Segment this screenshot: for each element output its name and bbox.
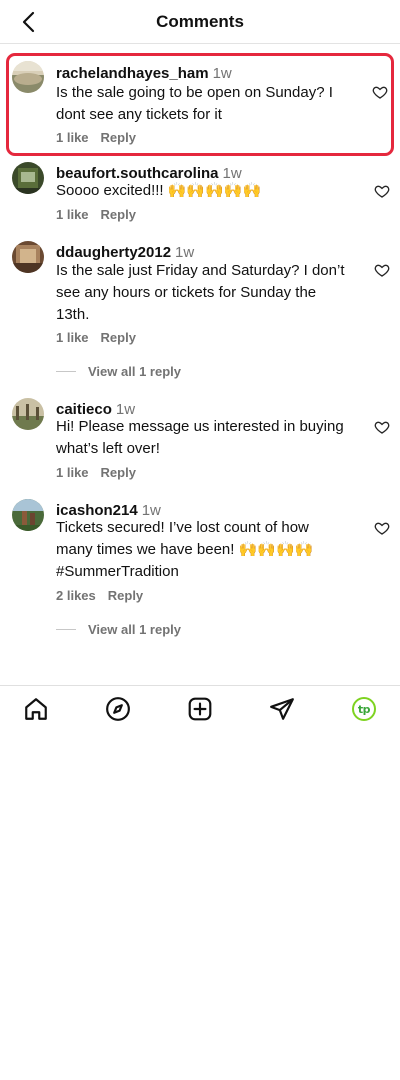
avatar[interactable] bbox=[12, 241, 44, 273]
comment-item: beaufort.southcarolina 1w Soooo excited!!… bbox=[0, 160, 400, 230]
page-title: Comments bbox=[156, 12, 244, 31]
likes-count[interactable]: 1 like bbox=[56, 130, 89, 145]
comment-meta: 1 like Reply bbox=[56, 465, 136, 480]
comment-item: rachelandhayes_ham 1w Is the sale going t… bbox=[6, 53, 394, 156]
bottom-nav: tp bbox=[0, 685, 400, 731]
home-icon bbox=[25, 698, 47, 720]
reply-button[interactable]: Reply bbox=[108, 588, 143, 603]
comment-item: caitieco 1w Hi! Please message us interes… bbox=[0, 398, 400, 483]
divider-line bbox=[56, 629, 76, 630]
avatar[interactable] bbox=[12, 499, 44, 531]
comment-text: Is the sale going to be open on Sunday? … bbox=[56, 84, 333, 123]
username-text[interactable]: ddaugherty2012 bbox=[56, 244, 171, 261]
comment-text: Is the sale just Friday and Saturday? I … bbox=[56, 262, 345, 323]
username-text[interactable]: rachelandhayes_ham bbox=[56, 65, 209, 82]
heart-icon[interactable] bbox=[374, 419, 390, 435]
comment-meta: 1 like Reply bbox=[56, 130, 136, 145]
comment-username[interactable]: ddaugherty2012 1w bbox=[56, 244, 194, 261]
view-replies-button[interactable]: View all 1 reply bbox=[56, 622, 181, 637]
explore-icon bbox=[106, 697, 130, 721]
nav-explore[interactable] bbox=[105, 696, 131, 722]
comment-item: icashon214 1w Tickets secured! I’ve lost … bbox=[0, 499, 400, 644]
avatar[interactable] bbox=[12, 162, 44, 194]
avatar[interactable] bbox=[12, 398, 44, 430]
header-bar: Comments bbox=[0, 0, 400, 44]
likes-count[interactable]: 2 likes bbox=[56, 588, 96, 603]
comment-username[interactable]: rachelandhayes_ham 1w bbox=[56, 65, 232, 82]
view-replies-text[interactable]: View all 1 reply bbox=[88, 364, 181, 379]
likes-count[interactable]: 1 like bbox=[56, 207, 89, 222]
view-replies-text[interactable]: View all 1 reply bbox=[88, 622, 181, 637]
comment-meta: 2 likes Reply bbox=[56, 588, 143, 603]
direct-icon bbox=[270, 698, 294, 720]
nav-profile[interactable]: tp bbox=[351, 696, 377, 722]
comment-item: ddaugherty2012 1w Is the sale just Friday… bbox=[0, 240, 400, 385]
heart-icon[interactable] bbox=[374, 520, 390, 536]
comment-meta: 1 like Reply bbox=[56, 330, 136, 345]
comment-time: 1w bbox=[212, 65, 232, 82]
likes-count[interactable]: 1 like bbox=[56, 330, 89, 345]
view-replies-button[interactable]: View all 1 reply bbox=[56, 364, 181, 379]
reply-button[interactable]: Reply bbox=[101, 130, 136, 145]
comment-time: 1w bbox=[175, 244, 195, 261]
comment-text: Soooo excited!!! 🙌🙌🙌🙌🙌 bbox=[56, 182, 262, 199]
comment-text: Hi! Please message us interested in buyi… bbox=[56, 418, 344, 457]
heart-icon[interactable] bbox=[374, 262, 390, 278]
nav-home[interactable] bbox=[23, 696, 49, 722]
create-icon bbox=[188, 697, 212, 721]
heart-icon[interactable] bbox=[372, 84, 388, 100]
heart-icon[interactable] bbox=[374, 183, 390, 199]
avatar[interactable] bbox=[12, 61, 44, 93]
comment-text: Tickets secured! I’ve lost count of how … bbox=[56, 519, 314, 580]
reply-button[interactable]: Reply bbox=[101, 330, 136, 345]
divider-line bbox=[56, 371, 76, 372]
profile-avatar: tp bbox=[352, 697, 376, 721]
likes-count[interactable]: 1 like bbox=[56, 465, 89, 480]
profile-initials: tp bbox=[357, 702, 371, 716]
nav-create[interactable] bbox=[187, 696, 213, 722]
reply-button[interactable]: Reply bbox=[101, 465, 136, 480]
reply-button[interactable]: Reply bbox=[101, 207, 136, 222]
comment-meta: 1 like Reply bbox=[56, 207, 136, 222]
nav-direct[interactable] bbox=[269, 696, 295, 722]
